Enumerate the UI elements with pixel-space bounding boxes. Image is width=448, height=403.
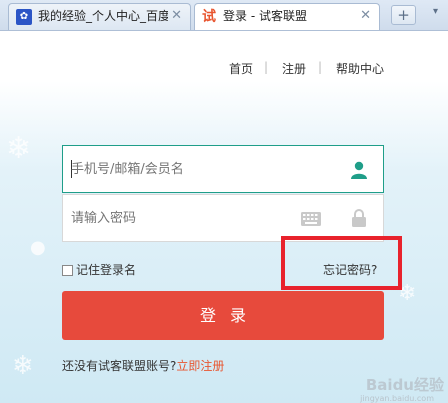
baidu-paw-icon: ✿ [16,9,32,25]
watermark-logo: Baidu经验 [365,376,444,394]
login-page: ❄ ● ❄ ❄ 首页 | 注册 | 帮助中心 记 [0,31,448,403]
signup-prompt: 还没有试客联盟账号?立即注册 [62,357,224,374]
nav-help-link[interactable]: 帮助中心 [336,60,384,77]
nav-register-link[interactable]: 注册 [282,60,306,77]
browser-tab-bar: ✿ 我的经验_个人中心_百度经验 ✕ 试 登录 - 试客联盟 ✕ + ▾ [0,0,448,31]
lock-icon [352,209,366,227]
keyboard-icon[interactable] [301,212,321,226]
shike-logo-icon: 试 [202,9,216,25]
tab-baidu-jingyan[interactable]: ✿ 我的经验_个人中心_百度经验 ✕ [8,3,191,30]
snowflake-icon: ❄ [12,351,34,381]
snowflake-icon: ❄ [6,131,32,166]
password-input[interactable] [71,207,311,229]
remember-login[interactable]: 记住登录名 [62,261,136,278]
close-icon[interactable]: ✕ [360,4,371,28]
chevron-down-icon[interactable]: ▾ [433,6,438,17]
tab-title: 我的经验_个人中心_百度经验 [38,9,168,23]
no-account-text: 还没有试客联盟账号? [62,359,177,373]
nav-home-link[interactable]: 首页 [229,60,253,77]
username-input[interactable] [71,158,311,180]
snowflake-icon: ● [30,237,46,258]
new-tab-button[interactable]: + [391,5,416,25]
username-field[interactable] [62,145,384,193]
watermark-url: jingyan.baidu.com [360,394,434,403]
close-icon[interactable]: ✕ [171,4,182,28]
divider: | [264,60,269,74]
user-icon [351,161,367,179]
signup-link[interactable]: 立即注册 [176,359,224,373]
tab-shike-login[interactable]: 试 登录 - 试客联盟 ✕ [194,3,380,30]
divider: | [318,60,323,74]
login-button[interactable]: 登录 [62,291,384,340]
remember-label: 记住登录名 [76,263,137,277]
annotation-highlight-box [281,236,402,290]
password-field[interactable] [62,194,384,242]
remember-checkbox[interactable] [62,265,73,276]
tab-title: 登录 - 试客联盟 [223,9,307,23]
